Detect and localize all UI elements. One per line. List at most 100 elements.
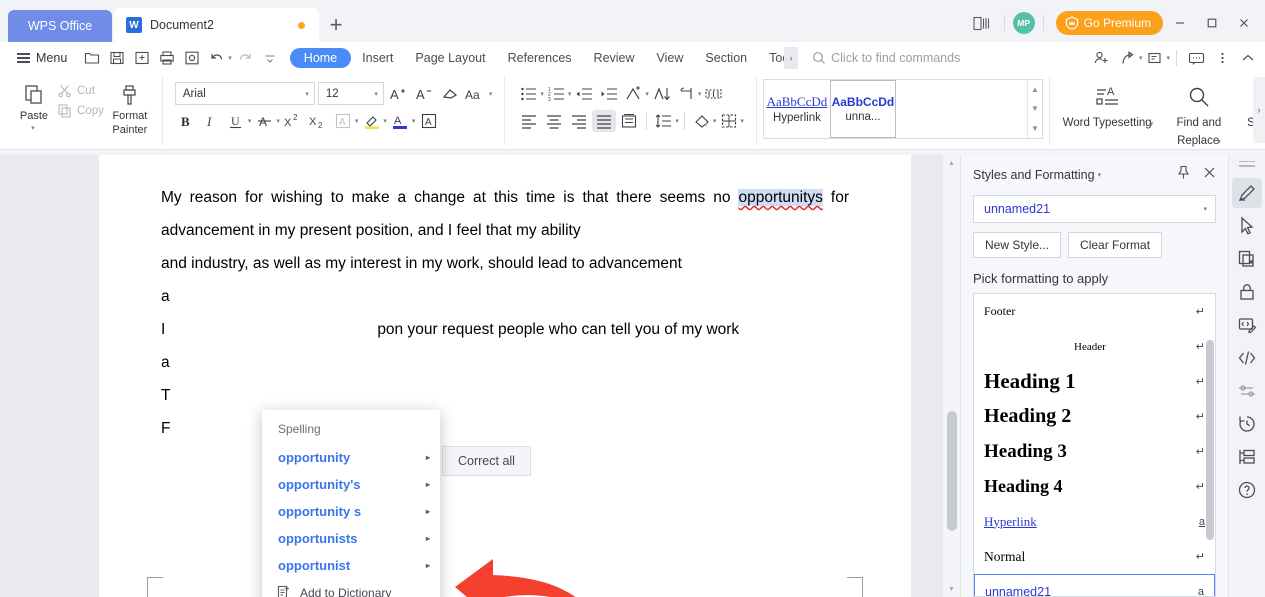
highlight-icon[interactable] [360, 109, 383, 132]
document-page[interactable]: ▾ My reason for wishing to make a change… [99, 155, 911, 597]
suggestion-item-1[interactable]: opportunity's ▸ [262, 471, 440, 498]
italic-icon[interactable]: I [200, 109, 223, 132]
print-preview-icon[interactable] [180, 46, 204, 70]
cut-button[interactable]: Cut [56, 83, 104, 98]
book-reading-icon[interactable] [968, 10, 996, 36]
pen-edit-icon[interactable] [1232, 178, 1262, 208]
send-icon[interactable] [1115, 45, 1141, 71]
ribbon-overflow-button[interactable]: › [1253, 77, 1265, 143]
customize-qat-icon[interactable] [258, 46, 282, 70]
styles-list-scrollbar[interactable] [1206, 340, 1214, 594]
gallery-scroll-down-icon[interactable]: ▼ [1031, 104, 1039, 113]
gallery-style-unnamed[interactable]: AaBbCcDd unna... [830, 80, 896, 138]
document-tab[interactable]: W Document2 [114, 8, 319, 42]
clear-format-icon[interactable] [439, 82, 462, 105]
tab-page-layout[interactable]: Page Layout [404, 48, 496, 68]
undo-dropdown-caret[interactable]: ▾ [228, 54, 232, 62]
align-right-icon[interactable] [567, 110, 591, 132]
show-marks-icon[interactable] [675, 83, 699, 105]
subscript-icon[interactable]: X2 [307, 109, 330, 132]
paste-dropdown-caret[interactable]: ▾ [31, 124, 35, 132]
tab-references[interactable]: References [497, 48, 583, 68]
styles-list[interactable]: Footer ↵ Header ↵ Heading 1 ↵ Heading 2 … [973, 293, 1216, 597]
tab-home[interactable]: Home [290, 48, 351, 68]
line-spacing-icon[interactable] [652, 110, 676, 132]
line-spacing-dropdown-caret[interactable]: ▾ [675, 117, 679, 125]
more-options-icon[interactable] [1209, 45, 1235, 71]
suggestion-item-2[interactable]: opportunity s ▸ [262, 498, 440, 525]
close-icon[interactable] [1203, 166, 1216, 184]
save-icon[interactable] [105, 46, 129, 70]
tab-insert[interactable]: Insert [351, 48, 404, 68]
correct-all-button[interactable]: Correct all [442, 446, 531, 476]
gallery-style-hyperlink[interactable]: AaBbCcDd Hyperlink [764, 80, 830, 138]
tab-review[interactable]: Review [583, 48, 646, 68]
document-line-4[interactable]: a [161, 280, 849, 313]
chevron-down-icon[interactable]: ▾ [1098, 171, 1102, 179]
misspelled-word[interactable]: opportunitys [738, 189, 822, 206]
current-style-select[interactable]: unnamed21 ▾ [973, 195, 1216, 223]
cursor-select-icon[interactable] [1232, 211, 1262, 241]
edit-code-icon[interactable] [1232, 310, 1262, 340]
distributed-icon[interactable] [617, 110, 641, 132]
gallery-expand-icon[interactable]: ▼ [1031, 124, 1039, 133]
tab-section[interactable]: Section [694, 48, 758, 68]
close-button[interactable] [1229, 10, 1259, 36]
strikethrough-dropdown-caret[interactable]: ▾ [276, 117, 280, 125]
paragraph-layout-icon[interactable] [702, 83, 726, 105]
styles-list-scroll-thumb[interactable] [1206, 340, 1214, 540]
find-commands-box[interactable]: Click to find commands [812, 51, 960, 65]
wps-office-tab[interactable]: WPS Office [8, 10, 112, 42]
shading-dropdown-caret[interactable]: ▾ [713, 117, 717, 125]
bullets-dropdown-caret[interactable]: ▾ [540, 90, 544, 98]
scrollbar-track[interactable] [943, 171, 960, 581]
show-marks-dropdown-caret[interactable]: ▾ [698, 90, 702, 98]
save-as-icon[interactable] [130, 46, 154, 70]
strikethrough-icon[interactable]: A [253, 109, 276, 132]
document-vertical-scrollbar[interactable]: ▲ ▼ [942, 155, 960, 597]
format-painter-button[interactable]: Format Painter [104, 77, 156, 136]
align-left-icon[interactable] [517, 110, 541, 132]
style-list-item-heading-2[interactable]: Heading 2 ↵ [974, 399, 1215, 434]
add-to-dictionary-item[interactable]: Add to Dictionary [262, 579, 440, 597]
justify-icon[interactable] [592, 110, 616, 132]
collapse-ribbon-icon[interactable] [1235, 45, 1261, 71]
grow-font-icon[interactable]: A [387, 82, 410, 105]
superscript-icon[interactable]: X2 [282, 109, 305, 132]
numbering-dropdown-caret[interactable]: ▾ [568, 90, 572, 98]
pin-icon[interactable] [1176, 165, 1191, 185]
clear-format-button[interactable]: Clear Format [1068, 232, 1162, 258]
comment-icon[interactable] [1183, 45, 1209, 71]
smart-paragraph-icon[interactable] [622, 83, 646, 105]
text-effects-icon[interactable]: A [332, 109, 355, 132]
scroll-page-up-icon[interactable]: ▲ [943, 155, 960, 171]
redo-icon[interactable] [233, 46, 257, 70]
style-list-item-heading-3[interactable]: Heading 3 ↵ [974, 434, 1215, 469]
print-icon[interactable] [155, 46, 179, 70]
font-family-select[interactable]: Arial ▾ [175, 82, 315, 105]
shading-icon[interactable] [690, 110, 714, 132]
avatar[interactable]: MP [1013, 12, 1035, 34]
styles-gallery-scroll[interactable]: ▲ ▼ ▼ [1027, 80, 1042, 138]
new-tab-button[interactable]: + [319, 8, 353, 42]
word-typesetting-dropdown-caret[interactable]: ▾ [1150, 121, 1154, 128]
styles-panel-title[interactable]: Styles and Formatting ▾ [973, 168, 1101, 182]
numbering-icon[interactable]: 123 [545, 83, 569, 105]
document-line-5[interactable]: Ipon your request people who can tell yo… [161, 313, 849, 346]
shrink-font-icon[interactable]: A [413, 82, 436, 105]
underline-dropdown-caret[interactable]: ▾ [248, 117, 252, 125]
smart-paragraph-dropdown-caret[interactable]: ▾ [645, 90, 649, 98]
clear-page-icon[interactable] [1232, 244, 1262, 274]
scrollbar-thumb[interactable] [947, 411, 957, 531]
document-paragraph[interactable]: My reason for wishing to make a change a… [161, 181, 849, 247]
style-list-item-footer[interactable]: Footer ↵ [974, 294, 1215, 329]
word-typesetting-button[interactable]: A Word Typesetting▾ [1056, 77, 1160, 131]
style-list-item-heading-4[interactable]: Heading 4 ↵ [974, 469, 1215, 504]
help-icon[interactable] [1232, 475, 1262, 505]
settings-sliders-icon[interactable] [1232, 376, 1262, 406]
style-list-item-unnamed21[interactable]: unnamed21 a [974, 574, 1215, 597]
underline-icon[interactable]: U [225, 109, 248, 132]
document-area[interactable]: ▾ My reason for wishing to make a change… [68, 155, 942, 597]
increase-indent-icon[interactable] [597, 83, 621, 105]
font-color-dropdown-caret[interactable]: ▾ [412, 117, 416, 125]
